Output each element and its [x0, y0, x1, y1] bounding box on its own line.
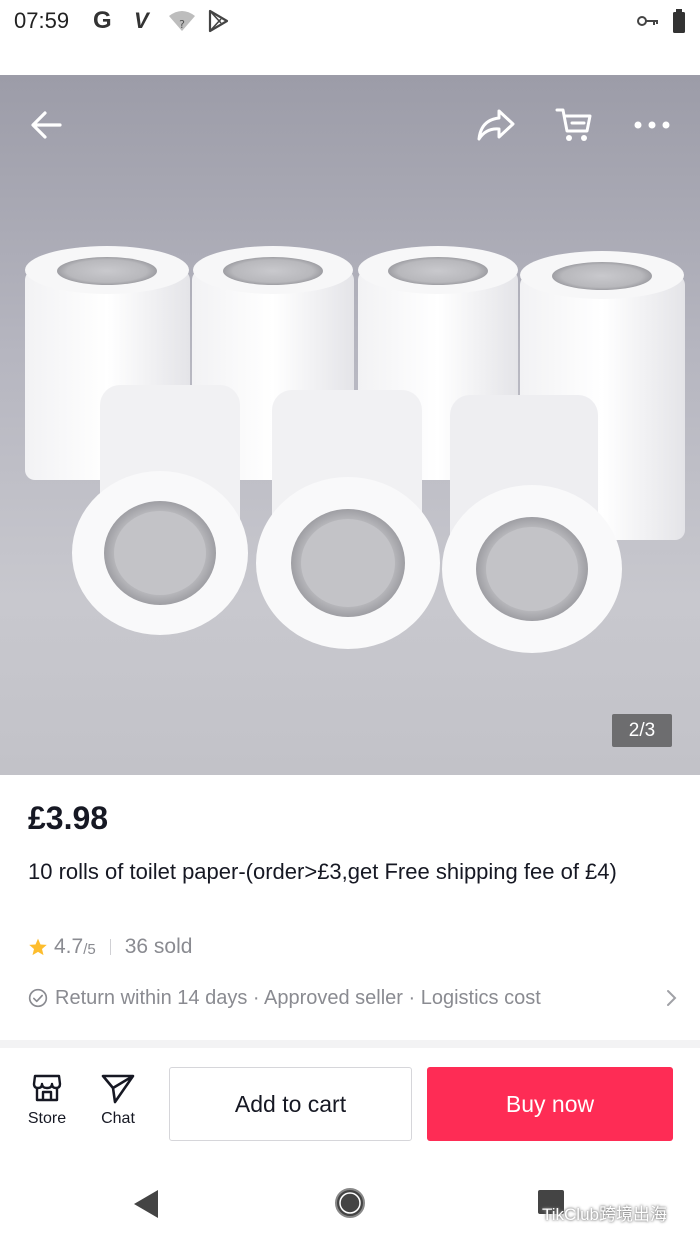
- nav-back-icon[interactable]: [132, 1188, 160, 1220]
- vpn-key-icon: [636, 6, 660, 36]
- store-button[interactable]: Store: [17, 1072, 77, 1136]
- service-info-row[interactable]: Return within 14 days · Approved seller …: [28, 984, 678, 1012]
- back-arrow-icon[interactable]: [24, 103, 68, 147]
- battery-icon: [672, 6, 686, 36]
- watermark: TikClub跨境出海: [512, 1200, 667, 1225]
- image-pager-indicator: 2/3: [612, 714, 672, 747]
- rating-scale: /5: [83, 941, 96, 958]
- divider: [109, 939, 111, 955]
- more-icon[interactable]: [630, 103, 674, 147]
- chat-label: Chat: [101, 1110, 135, 1127]
- status-bar: 07:59 G V ?: [0, 0, 700, 44]
- product-image-carousel[interactable]: 2/3: [0, 75, 700, 775]
- play-store-icon: [206, 6, 230, 36]
- share-icon[interactable]: [474, 103, 518, 147]
- star-icon: [29, 938, 47, 956]
- wifi-icon: ?: [168, 6, 196, 36]
- google-g-icon: G: [93, 7, 112, 34]
- buy-now-button[interactable]: Buy now: [427, 1067, 673, 1141]
- service-text: Return within 14 days · Approved seller …: [55, 986, 541, 1009]
- sold-count: 36 sold: [124, 935, 193, 958]
- chat-button[interactable]: Chat: [88, 1072, 148, 1136]
- wechat-icon: [513, 1204, 537, 1221]
- status-time: 07:59: [14, 8, 70, 33]
- product-image: [25, 246, 685, 653]
- svg-text:?: ?: [179, 18, 185, 31]
- check-circle-icon: [28, 988, 48, 1008]
- product-title: 10 rolls of toilet paper-(order>£3,get F…: [28, 859, 617, 884]
- v-icon: V: [134, 8, 149, 33]
- nav-home-icon[interactable]: [333, 1186, 367, 1220]
- rating-value: 4.7: [54, 935, 84, 958]
- watermark-text: TikClub跨境出海: [542, 1205, 667, 1224]
- product-price: £3.98: [28, 800, 109, 836]
- section-divider: [0, 1040, 700, 1048]
- rating-row[interactable]: 4.7 /5 36 sold: [28, 933, 192, 961]
- store-label: Store: [27, 1110, 67, 1127]
- chat-icon: [101, 1074, 135, 1104]
- cart-icon[interactable]: [552, 103, 596, 147]
- store-icon: [32, 1074, 62, 1102]
- chevron-right-icon: [667, 990, 677, 1006]
- add-to-cart-button[interactable]: Add to cart: [169, 1067, 412, 1141]
